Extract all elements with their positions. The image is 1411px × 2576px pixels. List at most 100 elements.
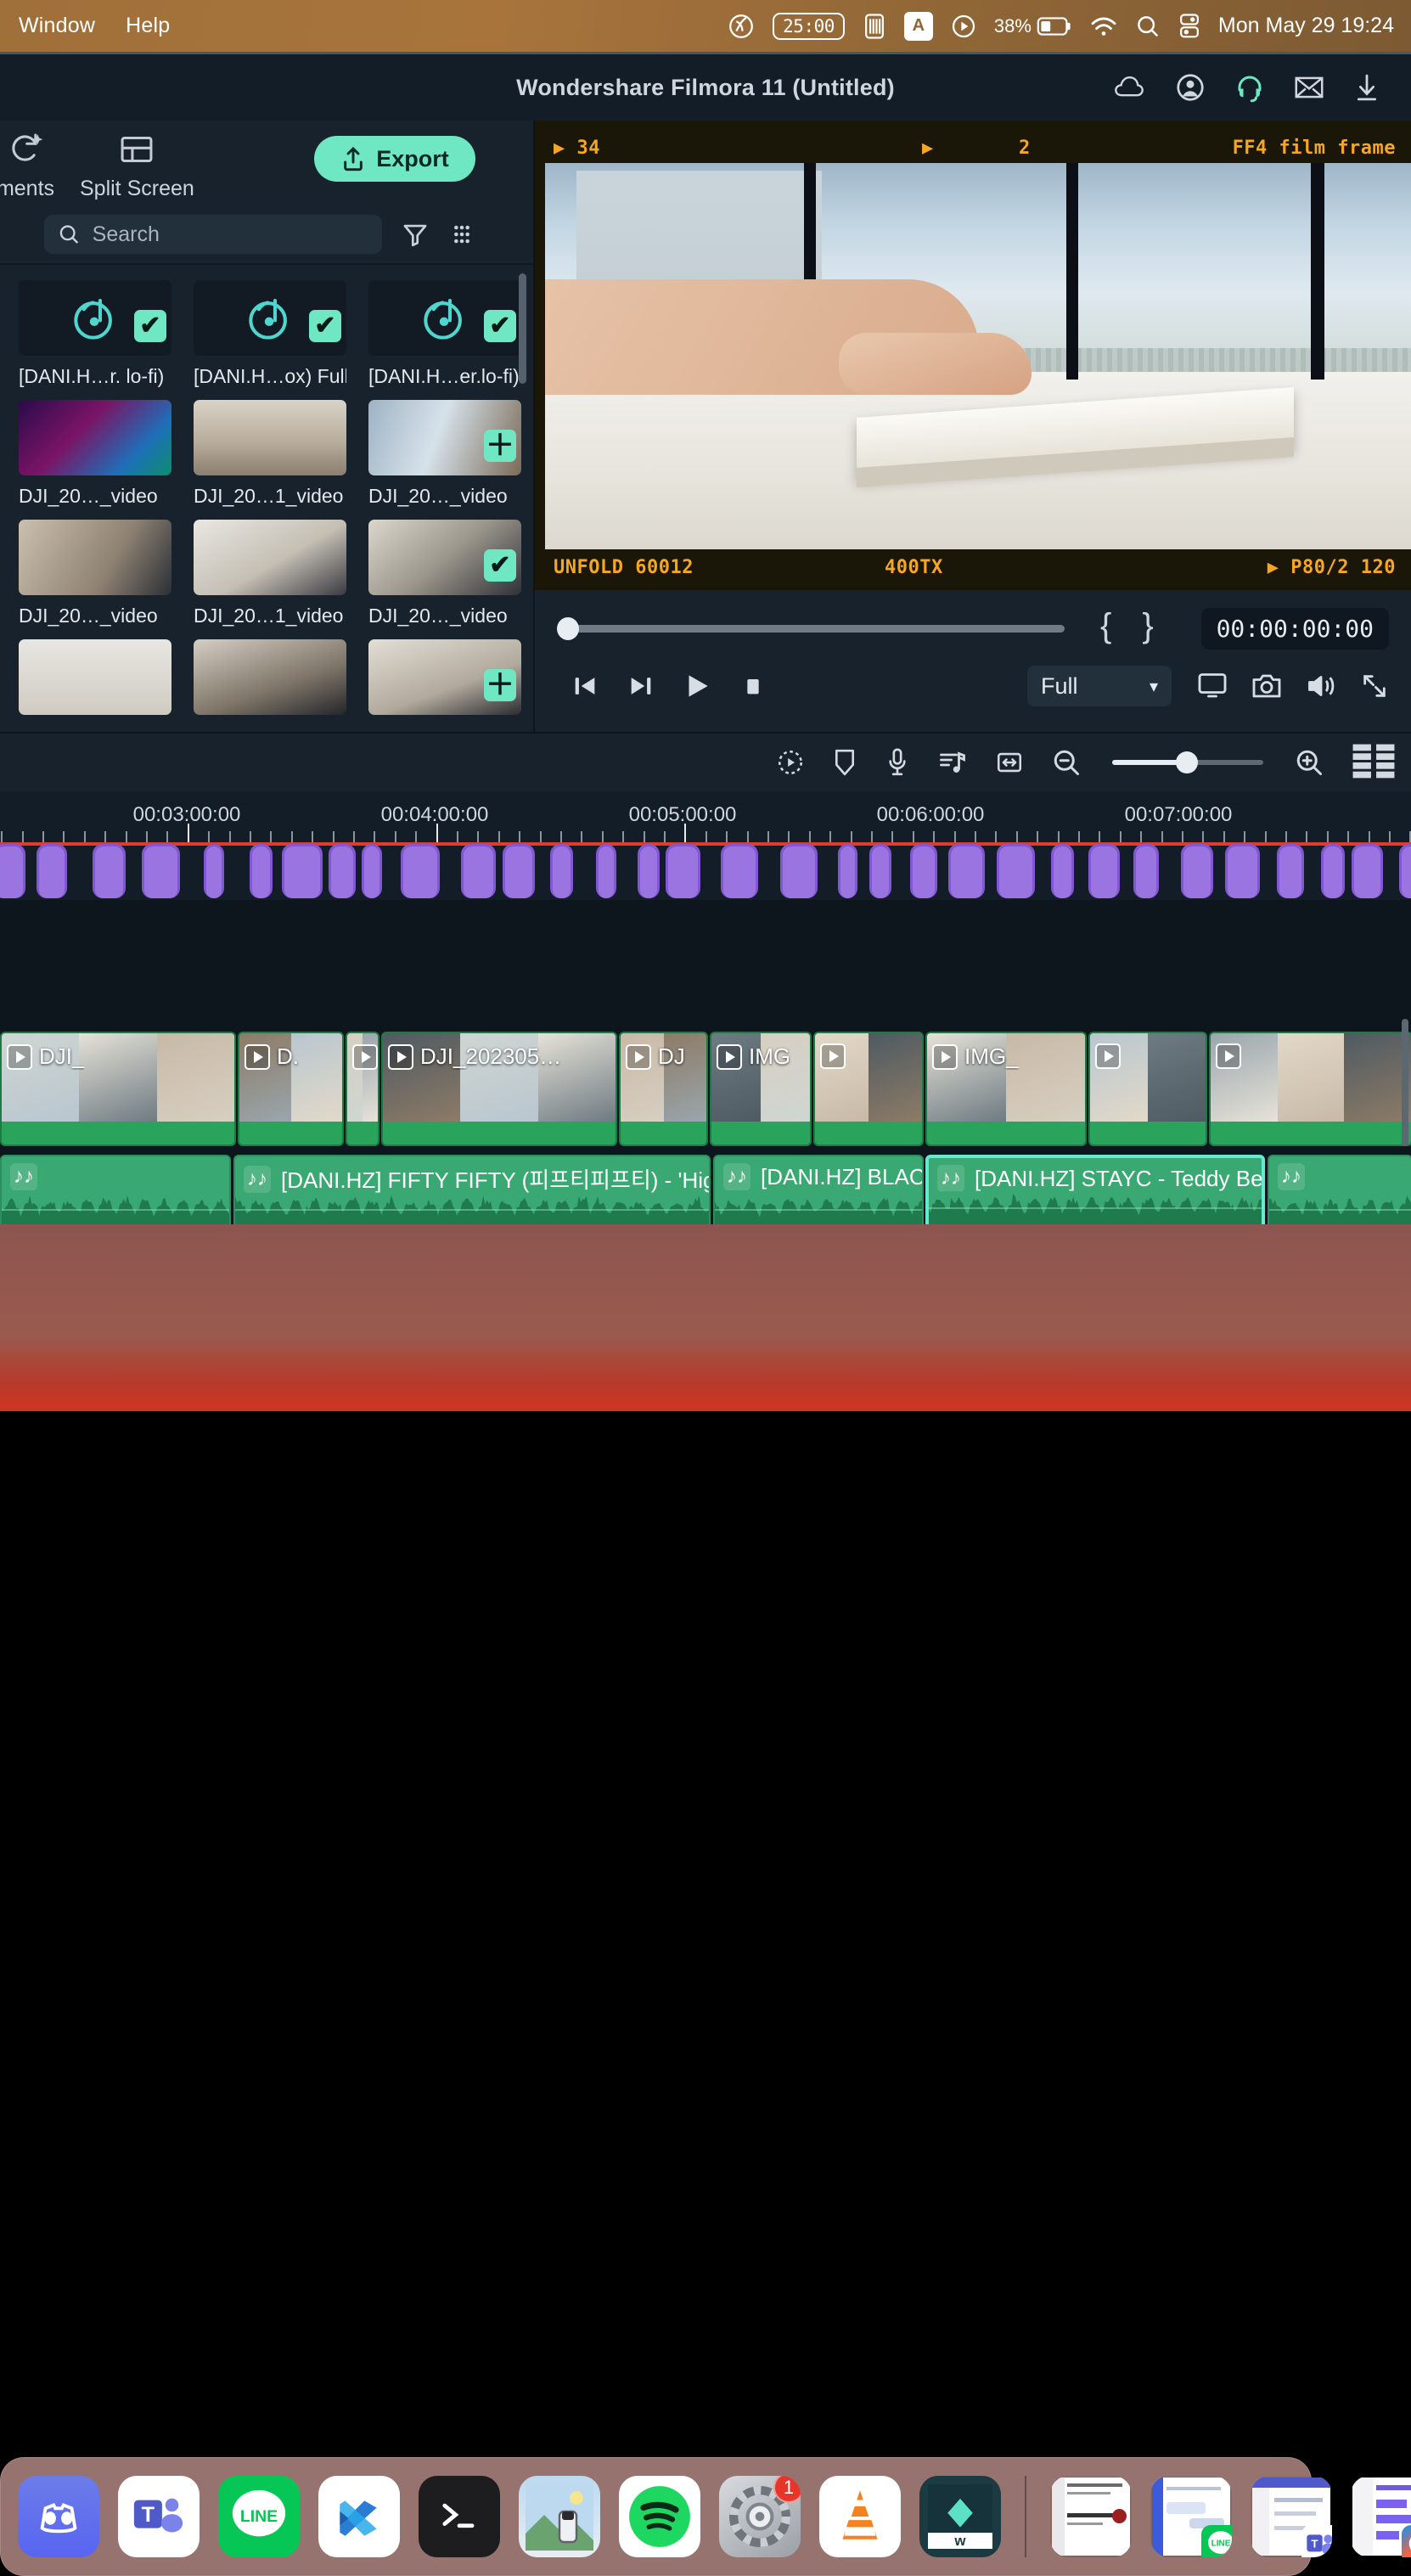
quality-select[interactable]: Full ▾ bbox=[1027, 666, 1172, 706]
add-to-timeline-badge[interactable]: ＋ bbox=[484, 669, 516, 701]
video-clip[interactable]: IMG_ bbox=[925, 1032, 1087, 1146]
stop-icon[interactable] bbox=[725, 672, 781, 700]
video-clip[interactable]: IMG bbox=[710, 1032, 812, 1146]
preview-timecode[interactable]: 00:00:00:00 bbox=[1200, 607, 1389, 650]
timeline-marker[interactable] bbox=[93, 844, 126, 898]
dock-app-preview[interactable] bbox=[519, 2476, 600, 2557]
timeline-marker[interactable] bbox=[666, 844, 700, 898]
timeline-marker[interactable] bbox=[1277, 844, 1304, 898]
menu-help[interactable]: Help bbox=[114, 14, 182, 38]
zoom-slider-handle[interactable] bbox=[1175, 751, 1198, 773]
audio-clip[interactable]: ♪♪ [DANI.HZ] STAYC - Teddy Bea bbox=[925, 1155, 1265, 1224]
timeline-marker[interactable] bbox=[838, 844, 857, 898]
dock-app-terminal[interactable] bbox=[419, 2476, 500, 2557]
zoom-in-icon[interactable] bbox=[1294, 747, 1324, 778]
timeline-marker[interactable] bbox=[1352, 844, 1383, 898]
download-icon[interactable] bbox=[1353, 72, 1380, 103]
media-item[interactable]: ＋ bbox=[368, 639, 521, 724]
video-preview[interactable]: ▶ 34 ▶ 2 FF4 film frame UNFOLD 60012 400… bbox=[535, 121, 1411, 590]
timer-badge[interactable]: 25:00 bbox=[773, 12, 845, 40]
display-monitor-icon[interactable] bbox=[1197, 672, 1228, 700]
search-box[interactable] bbox=[44, 215, 382, 254]
battery-icon[interactable]: 38% bbox=[994, 15, 1072, 37]
timeline-marker[interactable] bbox=[461, 844, 496, 898]
step-forward-icon[interactable] bbox=[613, 672, 669, 700]
voiceover-microphone-icon[interactable] bbox=[885, 747, 910, 778]
dock-app-filmora[interactable]: w bbox=[919, 2476, 1001, 2557]
video-media-thumbnail[interactable]: ＋ bbox=[368, 400, 521, 475]
timeline-marker[interactable] bbox=[869, 844, 891, 898]
control-center-icon[interactable] bbox=[1178, 13, 1201, 40]
timeline-marker[interactable] bbox=[596, 844, 616, 898]
dock-app-microsoft-teams[interactable]: T bbox=[118, 2476, 200, 2557]
media-play-icon[interactable] bbox=[950, 13, 977, 40]
render-preview-icon[interactable] bbox=[776, 748, 805, 777]
mixer-icon[interactable] bbox=[1352, 743, 1396, 782]
media-item[interactable]: DJI_20…1_video bbox=[194, 400, 346, 508]
tab-elements[interactable]: ments bbox=[0, 131, 76, 201]
headset-support-icon[interactable] bbox=[1234, 72, 1265, 103]
audio-clip[interactable]: ♪♪ [DANI.HZ] BLACKI bbox=[713, 1155, 924, 1224]
dock-app-line[interactable]: LINE bbox=[218, 2476, 300, 2557]
timeline-marker[interactable] bbox=[638, 844, 660, 898]
marker-icon[interactable] bbox=[832, 747, 857, 778]
grid-view-icon[interactable] bbox=[448, 221, 475, 248]
video-clip[interactable]: DJI_202305… bbox=[381, 1032, 617, 1146]
timeline-marker[interactable] bbox=[204, 844, 224, 898]
timeline-marker[interactable] bbox=[1225, 844, 1260, 898]
menubar-clock[interactable]: Mon May 29 19:24 bbox=[1218, 14, 1394, 38]
timeline-marker[interactable] bbox=[997, 844, 1035, 898]
timeline-marker[interactable] bbox=[142, 844, 180, 898]
timeline-marker[interactable] bbox=[362, 844, 382, 898]
media-scrollbar[interactable] bbox=[519, 273, 526, 384]
export-button[interactable]: Export bbox=[314, 136, 475, 182]
timeline-vertical-scrollbar[interactable] bbox=[1402, 1019, 1408, 1146]
timeline-marker[interactable] bbox=[329, 844, 356, 898]
media-item[interactable]: ✔ [DANI.H…r. lo-fi) bbox=[19, 280, 171, 388]
add-to-timeline-badge[interactable]: ＋ bbox=[484, 430, 516, 462]
timeline-marker[interactable] bbox=[1133, 844, 1159, 898]
timeline-marker[interactable] bbox=[721, 844, 758, 898]
wifi-icon[interactable] bbox=[1089, 15, 1118, 37]
zoom-out-icon[interactable] bbox=[1051, 747, 1082, 778]
timeline-marker[interactable] bbox=[948, 844, 985, 898]
media-item[interactable] bbox=[194, 639, 346, 724]
media-item[interactable]: DJI_20…_video bbox=[19, 400, 171, 508]
timeline-marker[interactable] bbox=[910, 844, 937, 898]
mark-out-button[interactable]: } bbox=[1142, 607, 1153, 645]
search-input[interactable] bbox=[92, 222, 368, 247]
scrubber-handle[interactable] bbox=[557, 616, 579, 640]
timeline-marker[interactable] bbox=[780, 844, 818, 898]
video-clip[interactable] bbox=[1088, 1032, 1207, 1146]
video-clip[interactable]: DJ bbox=[619, 1032, 708, 1146]
video-media-thumbnail[interactable] bbox=[194, 639, 346, 715]
cloud-icon[interactable] bbox=[1112, 73, 1146, 102]
timeline-marker[interactable] bbox=[550, 844, 573, 898]
dock-app-visual-studio-code[interactable] bbox=[318, 2476, 400, 2557]
video-media-thumbnail[interactable]: ✔ bbox=[368, 520, 521, 595]
video-media-thumbnail[interactable]: ＋ bbox=[368, 639, 521, 715]
timeline-marker[interactable] bbox=[1181, 844, 1213, 898]
account-icon[interactable] bbox=[1175, 72, 1206, 103]
dock-minimized-document-window[interactable] bbox=[1050, 2476, 1132, 2557]
video-clip[interactable]: D. bbox=[346, 1032, 379, 1146]
beat-detect-icon[interactable] bbox=[937, 748, 968, 777]
dock-app-discord[interactable] bbox=[18, 2476, 99, 2557]
timeline-marker[interactable] bbox=[282, 844, 323, 898]
timeline-marker[interactable] bbox=[503, 844, 535, 898]
timeline-ruler[interactable]: 00:03:00:00 00:04:00:00 00:05:00:00 00:06:0… bbox=[0, 791, 1411, 842]
keyboard-icon[interactable] bbox=[862, 13, 887, 40]
selected-check-badge[interactable]: ✔ bbox=[484, 549, 516, 582]
video-clip[interactable]: DJI_ bbox=[0, 1032, 236, 1146]
audio-media-thumbnail[interactable]: ✔ bbox=[19, 280, 171, 356]
video-clip[interactable]: D. bbox=[238, 1032, 344, 1146]
timeline-zoom-slider[interactable] bbox=[1112, 751, 1263, 773]
audio-clip[interactable]: ♪♪ bbox=[1268, 1155, 1411, 1224]
video-clip[interactable] bbox=[813, 1032, 924, 1146]
video-media-thumbnail[interactable] bbox=[194, 520, 346, 595]
audio-clip[interactable]: ♪♪ bbox=[0, 1155, 231, 1224]
media-item[interactable]: ✔ [DANI.H…er.lo-fi) bbox=[368, 280, 521, 388]
video-media-thumbnail[interactable] bbox=[194, 400, 346, 475]
dock-minimized-line-window[interactable]: LINE bbox=[1150, 2476, 1232, 2557]
video-media-thumbnail[interactable] bbox=[19, 400, 171, 475]
